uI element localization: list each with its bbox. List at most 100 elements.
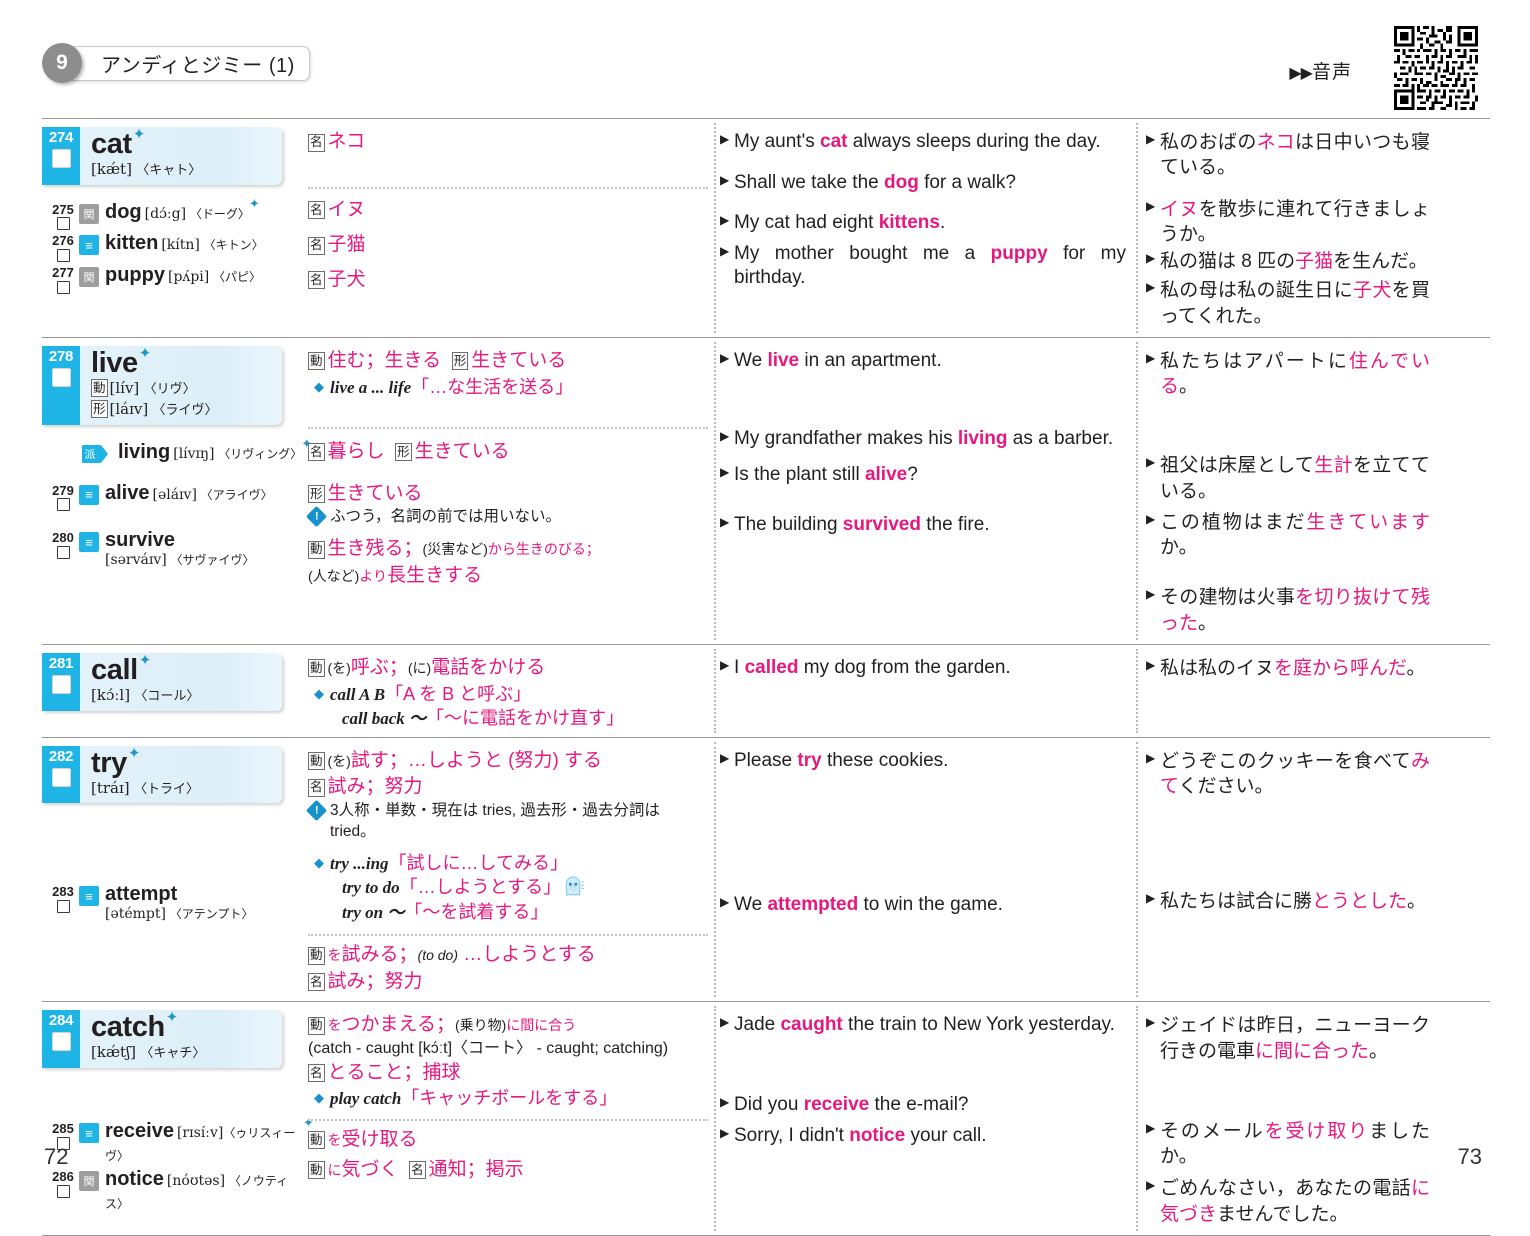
sub-entry-checkbox[interactable] xyxy=(56,249,70,263)
audio-link[interactable]: ▶▶音声 xyxy=(1289,57,1352,84)
sub-entry-kitten[interactable]: 276 ≡ kitten [kítn] 〈キトン〉 xyxy=(42,230,304,263)
synonym-badge-icon: ≡ xyxy=(79,532,99,553)
meaning-text: 呼ぶ； xyxy=(350,656,408,678)
meaning-line: 名イヌ xyxy=(308,197,708,223)
translation-column-try: ▶ どうぞこのクッキーを食べてみてください。 ▶ 私たちは試合に勝とうとした。 xyxy=(1136,738,1436,1002)
sub-entry-checkbox[interactable] xyxy=(56,217,70,231)
word-column-live: 278 live ✦ 動 [lív] 〈リヴ〉 形 [láɪv] 〈ライヴ〉 派 li… xyxy=(42,338,312,644)
sub-entry-puppy[interactable]: 277 関 puppy [pʌ́pi] 〈パピ〉 xyxy=(42,262,304,294)
synonym-badge-icon: ≡ xyxy=(79,886,99,907)
sub-entry-living[interactable]: 派 living ✦ [lívɪŋ] 〈リヴィング〉 xyxy=(42,436,312,464)
headword-try[interactable]: 282 try ✦ [tráɪ] 〈トライ〉 xyxy=(42,745,282,804)
example-column-catch: ▶ Jade caught the train to New York yeste… xyxy=(714,1002,1136,1235)
bullet-triangle-icon: ▶ xyxy=(1146,251,1156,266)
example-sentence: ▶ My mother bought me a puppy for my birt… xyxy=(720,242,1126,289)
star-icon: ✦ xyxy=(248,195,260,211)
entry-block-call: 281 call ✦ [kɔ́ːl] 〈コール〉 動 (を)呼ぶ；(に)電話をかける… xyxy=(42,643,1490,737)
headword-checkbox[interactable] xyxy=(51,149,71,168)
meaning-qualifier: (を) xyxy=(327,659,351,676)
dotted-separator xyxy=(308,934,708,937)
meaning-qualifier: (to do) xyxy=(417,947,458,964)
pos-badge-verb: 動 xyxy=(308,1016,325,1035)
meaning-line: 形生きている xyxy=(308,481,708,507)
pos-badge-verb: 動 xyxy=(308,352,325,371)
phrase-japanese: 「キャッチボールをする」 xyxy=(401,1088,618,1109)
usage-note-text: 3人称・単数・現在は tries, 過去形・過去分詞は tried。 xyxy=(330,801,660,840)
headword-word: live xyxy=(91,346,138,379)
translation-column-catch: ▶ ジェイドは昨日，ニューヨーク行きの電車に間に合った。 ▶ そのメールを受け取りま… xyxy=(1136,1002,1436,1235)
example-sentence: ▶ My aunt's cat always sleeps during the … xyxy=(720,131,1101,152)
translation-sentence: ▶ ごめんなさい，あなたの電話に気づきませんでした。 xyxy=(1146,1178,1430,1225)
bullet-triangle-icon: ▶ xyxy=(1146,587,1156,602)
translation-sentence: ▶ そのメールを受け取りましたか。 xyxy=(1146,1120,1430,1168)
example-sentence: ▶ Is the plant still alive? xyxy=(720,464,918,486)
meaning-qualifier: (災害など) xyxy=(422,541,488,558)
sub-entry-pronunciation: [pʌ́pi] 〈パピ〉 xyxy=(168,269,262,286)
sub-entry-checkbox[interactable] xyxy=(56,280,70,294)
headword-catch[interactable]: 284 catch ✦ [kǽtʃ] 〈キャチ〉 xyxy=(42,1010,282,1069)
headword-text: call ✦ xyxy=(91,653,151,685)
sub-entry-notice[interactable]: 286 関 notice [nóʊtəs] 〈ノウティス〉 xyxy=(42,1166,304,1214)
headword-text: try ✦ xyxy=(91,746,140,778)
bullet-triangle-icon: ▶ xyxy=(1146,1120,1156,1135)
sub-entry-receive[interactable]: 285 ≡ receive ✦ [rɪsíːv]〈ゥリスィーヴ〉 xyxy=(42,1115,314,1166)
sub-entry-survive[interactable]: 280 ≡ survive [sərváɪv] 〈サヴァイヴ〉 xyxy=(42,527,304,568)
bullet-triangle-icon: ▶ xyxy=(720,657,730,672)
page-header: アンディとジミー (1) 9 ▶▶音声 xyxy=(0,0,1530,110)
meaning-text: に xyxy=(327,1161,342,1178)
meaning-text: 受け取る xyxy=(341,1128,418,1150)
sub-entry-number: 286 xyxy=(50,1168,76,1198)
phrase-english: try on ～ xyxy=(342,902,405,922)
sub-entry-checkbox[interactable] xyxy=(56,900,70,914)
dotted-separator xyxy=(308,426,708,429)
audio-label-text: 音声 xyxy=(1311,62,1352,83)
bullet-triangle-icon: ▶ xyxy=(1146,132,1156,146)
related-word-badge-icon: 関 xyxy=(79,267,99,288)
meaning-text: 長生きする xyxy=(387,564,483,586)
meaning-text: を xyxy=(327,947,342,964)
headword-pronunciation: [kǽtʃ] 〈キャチ〉 xyxy=(91,1043,206,1062)
headword-number: 278 xyxy=(48,347,74,365)
qr-code-icon[interactable] xyxy=(1394,26,1478,110)
headword-number: 284 xyxy=(48,1012,74,1030)
sub-entry-attempt[interactable]: 283 ≡ attempt [ətémpt] 〈アテンプト〉 xyxy=(42,881,304,922)
phrase-japanese: 「～を試着する」 xyxy=(404,901,549,922)
meaning-text: 試み；努力 xyxy=(327,776,423,798)
meaning-line: 動住む；生きる 形生きている xyxy=(308,348,708,374)
headword-word: catch xyxy=(91,1011,165,1044)
pos-badge-adjective: 形 xyxy=(395,443,412,462)
meaning-line: 動を試みる；(to do) …しようとする xyxy=(308,942,708,968)
exclamation-icon: ! xyxy=(305,799,328,821)
sub-entry-checkbox[interactable] xyxy=(56,1184,70,1198)
headword-live[interactable]: 278 live ✦ 動 [lív] 〈リヴ〉 形 [láɪv] 〈ライヴ〉 xyxy=(42,345,282,425)
meaning-text: 試み；努力 xyxy=(327,970,423,992)
sub-entry-alive[interactable]: 279 ≡ alive [əláɪv] 〈アライヴ〉 xyxy=(42,480,304,512)
headword-checkbox[interactable] xyxy=(51,674,71,694)
sub-entry-number: 280 xyxy=(50,529,76,559)
headword-checkbox[interactable] xyxy=(51,1032,71,1052)
headword-number-tab: 281 xyxy=(42,652,80,711)
sub-entry-checkbox[interactable] xyxy=(56,545,70,559)
meaning-text: 通知；掲示 xyxy=(428,1158,524,1180)
sub-entry-checkbox[interactable] xyxy=(56,498,70,512)
sub-entry-dog[interactable]: 275 関 dog ✦ [dɔ́ːg] 〈ドーグ〉 xyxy=(42,195,304,231)
translation-column-live: ▶ 私たちはアパートに住んでいる。 ▶ 祖父は床屋として生計を立てている。 ▶ この植… xyxy=(1136,338,1436,644)
katakana-text: 〈キャト〉 xyxy=(136,162,202,177)
headword-cat[interactable]: 274 cat ✦ [kǽt] 〈キャト〉 xyxy=(42,127,282,185)
pos-badge-noun: 名 xyxy=(308,133,325,152)
related-word-badge-icon: 関 xyxy=(79,1171,99,1192)
ipa-text: [kǽt] xyxy=(91,160,132,178)
headword-checkbox[interactable] xyxy=(51,767,71,787)
translation-column-call: ▶ 私は私のイヌを庭から呼んだ。 xyxy=(1136,645,1436,737)
sub-entry-pronunciation: [əláɪv] 〈アライヴ〉 xyxy=(152,486,273,503)
meaning-text: 子猫 xyxy=(327,234,366,256)
meaning-column-try: 動 (を)試す；…しようと (努力) する 名試み；努力 ! 3人称・単数・現在は … xyxy=(304,738,716,1002)
example-sentence: ▶ Please try these cookies. xyxy=(720,749,949,771)
headword-call[interactable]: 281 call ✦ [kɔ́ːl] 〈コール〉 xyxy=(42,652,282,711)
headword-checkbox[interactable] xyxy=(51,367,71,387)
bullet-triangle-icon: ▶ xyxy=(720,894,730,909)
meaning-text: とること；捕球 xyxy=(327,1061,461,1083)
mascot-character-icon xyxy=(565,876,585,896)
bullet-triangle-icon: ▶ xyxy=(1146,198,1156,213)
phrase-entry: try on ～「～を試着する」 xyxy=(342,900,708,924)
